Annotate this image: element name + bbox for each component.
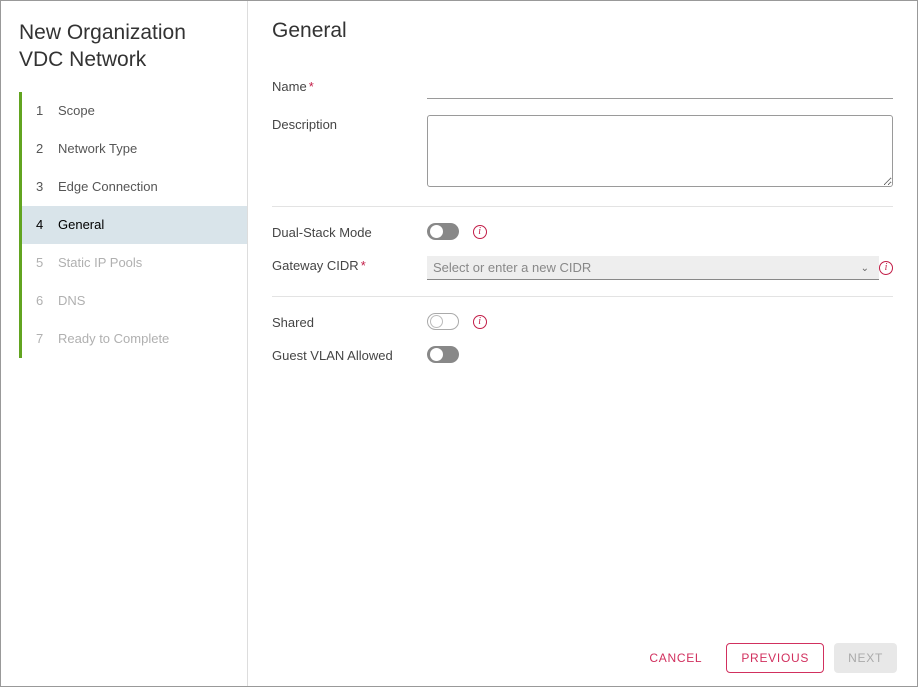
gatewaycidr-label: Gateway CIDR* (272, 256, 427, 273)
gatewaycidr-select[interactable]: Select or enter a new CIDR (427, 256, 879, 280)
wizard-step-edge-connection[interactable]: 3Edge Connection (22, 168, 247, 206)
step-label: Edge Connection (52, 179, 158, 194)
wizard-step-static-ip-pools: 5Static IP Pools (22, 244, 247, 282)
step-number: 2 (36, 141, 52, 156)
step-label: General (52, 217, 104, 232)
separator (272, 206, 893, 207)
step-number: 5 (36, 255, 52, 270)
required-asterisk: * (359, 258, 366, 273)
wizard-sidebar: New Organization VDC Network 1Scope2Netw… (1, 1, 248, 686)
step-label: DNS (52, 293, 85, 308)
step-number: 6 (36, 293, 52, 308)
wizard-footer: CANCEL PREVIOUS NEXT (248, 630, 917, 686)
guestvlan-toggle[interactable] (427, 346, 459, 363)
dualstack-label: Dual-Stack Mode (272, 223, 427, 240)
name-label: Name* (272, 77, 427, 94)
step-label: Scope (52, 103, 95, 118)
wizard-steps: 1Scope2Network Type3Edge Connection4Gene… (19, 92, 247, 358)
next-button: NEXT (834, 643, 897, 673)
field-row-guestvlan: Guest VLAN Allowed (272, 338, 893, 371)
field-row-shared: Shared i (272, 305, 893, 338)
info-icon[interactable]: i (879, 261, 893, 275)
step-label: Static IP Pools (52, 255, 142, 270)
page-title: General (272, 19, 893, 43)
separator (272, 296, 893, 297)
wizard-step-dns: 6DNS (22, 282, 247, 320)
field-row-name: Name* (272, 69, 893, 107)
step-label: Ready to Complete (52, 331, 169, 346)
info-icon[interactable]: i (473, 225, 487, 239)
info-icon[interactable]: i (473, 315, 487, 329)
name-input[interactable] (427, 77, 893, 99)
field-row-description: Description (272, 107, 893, 198)
wizard-step-network-type[interactable]: 2Network Type (22, 130, 247, 168)
shared-label: Shared (272, 313, 427, 330)
dialog-title: New Organization VDC Network (1, 19, 247, 92)
dualstack-toggle[interactable] (427, 223, 459, 240)
wizard-main-panel: General Name* Description Dual-Stack Mod… (248, 1, 917, 686)
new-vdc-network-dialog: New Organization VDC Network 1Scope2Netw… (0, 0, 918, 687)
wizard-step-ready-to-complete: 7Ready to Complete (22, 320, 247, 358)
step-number: 4 (36, 217, 52, 232)
step-label: Network Type (52, 141, 137, 156)
guestvlan-label: Guest VLAN Allowed (272, 346, 427, 363)
step-number: 7 (36, 331, 52, 346)
shared-toggle[interactable] (427, 313, 459, 330)
previous-button[interactable]: PREVIOUS (726, 643, 824, 673)
name-label-text: Name (272, 79, 307, 94)
wizard-step-scope[interactable]: 1Scope (22, 92, 247, 130)
step-number: 1 (36, 103, 52, 118)
description-textarea[interactable] (427, 115, 893, 187)
field-row-gatewaycidr: Gateway CIDR* Select or enter a new CIDR… (272, 248, 893, 288)
wizard-step-general[interactable]: 4General (22, 206, 247, 244)
required-asterisk: * (307, 79, 314, 94)
gatewaycidr-label-text: Gateway CIDR (272, 258, 359, 273)
field-row-dualstack: Dual-Stack Mode i (272, 215, 893, 248)
step-number: 3 (36, 179, 52, 194)
cancel-button[interactable]: CANCEL (635, 643, 716, 673)
description-label: Description (272, 115, 427, 132)
